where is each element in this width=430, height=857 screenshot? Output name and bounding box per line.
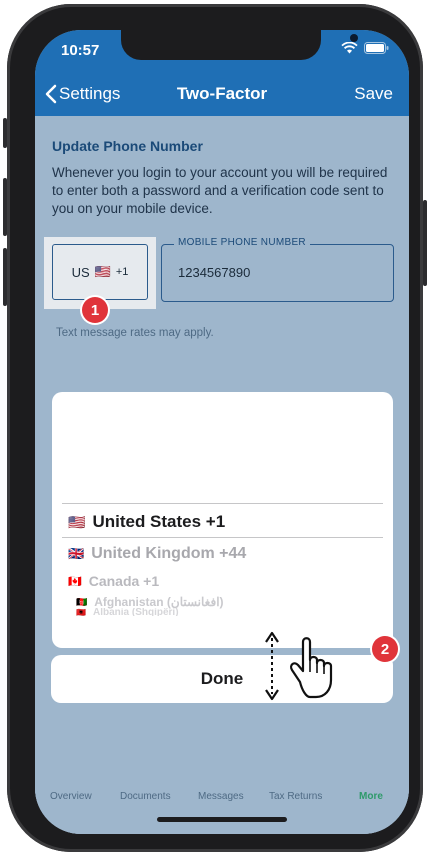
us-flag-icon: 🇺🇸 <box>94 264 111 279</box>
albania-flag-icon: 🇦🇱 <box>76 608 86 616</box>
save-button[interactable]: Save <box>354 84 393 104</box>
mobile-phone-field[interactable]: MOBILE PHONE NUMBER 1234567890 <box>161 237 394 302</box>
canada-flag-icon: 🇨🇦 <box>68 575 82 588</box>
status-time: 10:57 <box>61 42 100 59</box>
battery-icon <box>364 42 389 54</box>
rates-note: Text message rates may apply. <box>56 327 214 339</box>
country-label: US <box>71 264 90 280</box>
page-title: Two-Factor <box>176 84 268 103</box>
step-badge-1: 1 <box>82 297 108 323</box>
picker-item[interactable]: 🇬🇧 United Kingdom +44 <box>68 545 246 563</box>
picker-item[interactable]: 🇨🇦 Canada +1 <box>68 573 159 589</box>
hand-swipe-icon <box>265 631 333 701</box>
tab-documents[interactable]: Documents <box>120 791 171 802</box>
step-badge-2: 2 <box>372 636 398 662</box>
country-code-selector[interactable]: US 🇺🇸 +1 <box>52 244 148 300</box>
tab-more[interactable]: More <box>359 791 383 802</box>
tab-tax-returns[interactable]: Tax Returns <box>269 791 322 802</box>
afghanistan-flag-icon: 🇦🇫 <box>76 596 88 607</box>
mobile-phone-value[interactable]: 1234567890 <box>178 265 250 280</box>
section-description: Whenever you login to your account you w… <box>52 165 388 216</box>
country-picker[interactable]: 🇺🇸 United States +1 🇬🇧 United Kingdom +4… <box>52 392 393 648</box>
picker-selected-label: United States +1 <box>92 512 226 531</box>
status-icons <box>341 42 389 54</box>
picker-item-label: Canada +1 <box>88 573 160 589</box>
picker-item-label: Afghanistan (افغانستان) <box>94 595 224 609</box>
tab-bar: Overview Documents Messages Tax Returns … <box>35 700 409 834</box>
home-indicator <box>157 817 287 822</box>
notch <box>121 30 358 60</box>
screen: 10:57 Settings Two-Factor Save Update Ph… <box>35 30 409 834</box>
power-button <box>423 200 427 286</box>
wifi-icon <box>341 42 358 54</box>
navigation-bar: Settings Two-Factor Save <box>35 74 409 116</box>
picker-item[interactable]: 🇦🇱 Albania (Shqipëri) <box>76 608 179 616</box>
camera <box>350 34 358 42</box>
section-title: Update Phone Number <box>52 138 203 154</box>
mobile-phone-label: MOBILE PHONE NUMBER <box>174 237 310 248</box>
picker-item-selected[interactable]: 🇺🇸 United States +1 <box>68 512 225 532</box>
us-flag-icon: 🇺🇸 <box>68 513 86 530</box>
picker-item-label: Albania (Shqipëri) <box>92 608 179 616</box>
picker-divider-top <box>62 503 383 504</box>
picker-divider-bottom <box>62 537 383 538</box>
tab-messages[interactable]: Messages <box>198 791 244 802</box>
country-code: +1 <box>115 266 129 278</box>
uk-flag-icon: 🇬🇧 <box>68 546 85 561</box>
phone-frame: 10:57 Settings Two-Factor Save Update Ph… <box>7 4 423 852</box>
picker-item-label: United Kingdom +44 <box>91 545 247 562</box>
status-bar: 10:57 <box>35 30 409 74</box>
tab-overview[interactable]: Overview <box>50 791 92 802</box>
picker-item[interactable]: 🇦🇫 Afghanistan (افغانستان) <box>76 595 224 609</box>
